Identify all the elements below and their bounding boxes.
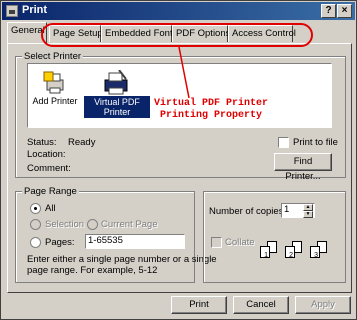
pages-radio[interactable] [30,237,41,248]
tab-general[interactable]: General [7,22,47,43]
collate-page: 1 [260,246,270,259]
print-button[interactable]: Print [171,296,227,314]
add-printer-icon [43,71,64,94]
window-title: Print [22,4,48,16]
title-bar: Print ? × [2,2,355,20]
page-range-hint-line1: Enter either a single page number or a s… [27,254,217,265]
spin-down-button[interactable]: ▼ [303,211,313,218]
apply-button[interactable]: Apply [295,296,351,314]
add-printer-label: Add Printer [32,96,78,106]
annotation-text-line1: Virtual PDF Printer [154,98,269,109]
tab-bar: General Page Setup Embedded Fonts PDF Op… [7,21,352,43]
collate-page: 3 [310,246,320,259]
find-printer-button[interactable]: Find Printer... [274,153,332,182]
status-value: Ready [68,137,96,148]
all-label[interactable]: All [45,203,56,214]
close-button[interactable]: × [337,4,352,18]
selection-radio[interactable] [30,219,41,230]
collate-page: 2 [285,246,295,259]
printer-icon [6,5,18,17]
printer-icon [104,70,128,95]
tab-embedded-fonts[interactable]: Embedded Fonts [101,25,177,42]
print-to-file-checkbox[interactable] [278,137,289,148]
collate-label[interactable]: Collate [225,237,255,248]
printer-list[interactable]: Add Printer Virtual PDF Printer Virtual … [27,63,332,128]
annotation-text-line2: Printing Property [160,110,263,121]
select-printer-title: Select Printer [22,51,84,62]
page-range-hint-line2: page range. For example, 5-12 [27,265,158,276]
selection-label[interactable]: Selection [45,219,84,230]
tab-pdf-options[interactable]: PDF Options [172,25,230,42]
cancel-button[interactable]: Cancel [233,296,289,314]
help-button[interactable]: ? [321,4,336,18]
comment-label: Comment: [27,163,71,174]
location-label: Location: [27,149,66,160]
pages-label[interactable]: Pages: [45,237,75,248]
status-label: Status: [27,137,57,148]
print-to-file-label[interactable]: Print to file [293,137,338,148]
tab-access-control[interactable]: Access Control [228,25,296,42]
number-of-copies-label: Number of copies: [209,206,287,217]
spin-up-button[interactable]: ▲ [303,204,313,211]
current-page-radio[interactable] [87,219,98,230]
pages-input[interactable]: 1-65535 [85,234,185,249]
virtual-pdf-printer-label: Virtual PDF Printer [84,96,150,118]
page-range-title: Page Range [22,186,79,197]
collate-checkbox[interactable] [211,237,222,248]
all-radio[interactable] [30,203,41,214]
tab-page-setup[interactable]: Page Setup [49,25,103,42]
print-dialog: Print ? × General Page Setup Embedded Fo… [0,0,357,320]
current-page-label[interactable]: Current Page [101,219,158,230]
